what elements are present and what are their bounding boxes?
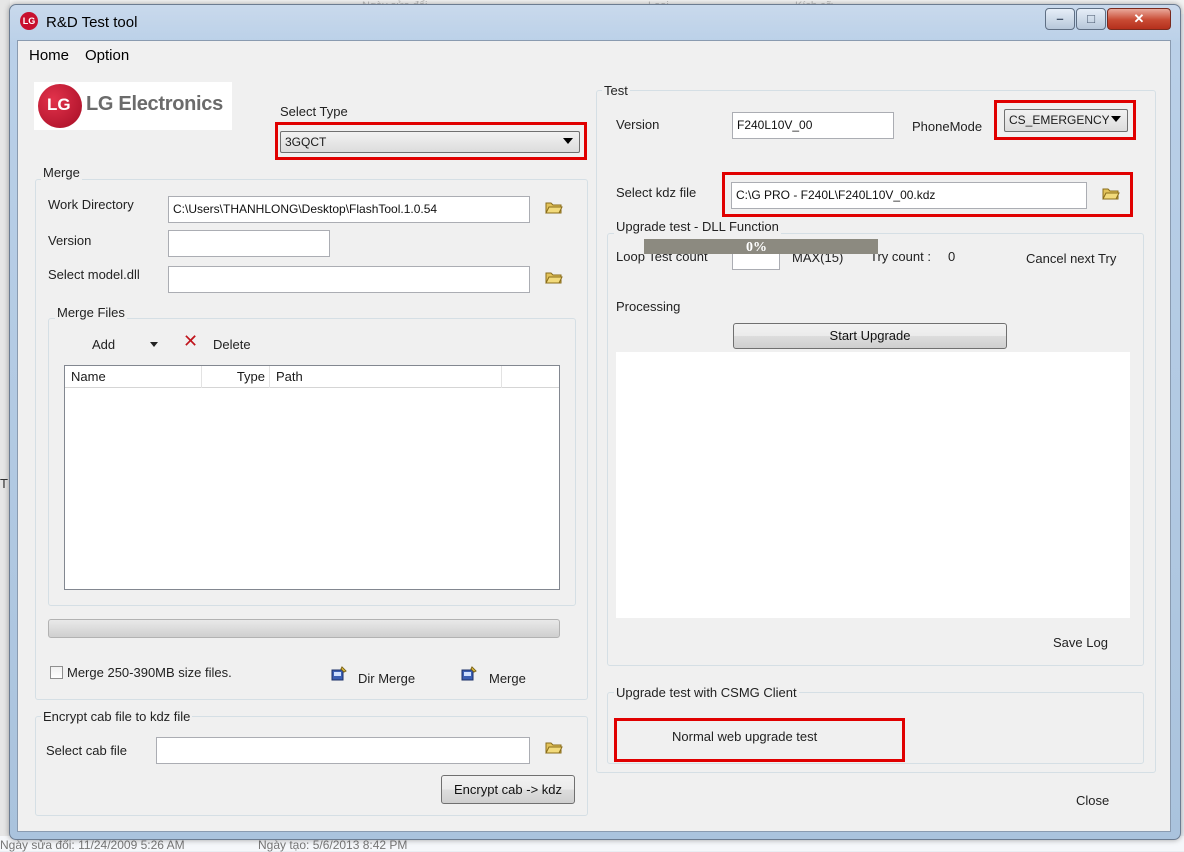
minimize-icon: – bbox=[1056, 11, 1064, 26]
maximize-button[interactable]: □ bbox=[1076, 8, 1106, 30]
delete-x-icon: ✕ bbox=[183, 331, 199, 351]
start-upgrade-button[interactable]: Start Upgrade bbox=[733, 323, 1007, 349]
phone-mode-label: PhoneMode bbox=[912, 119, 983, 134]
work-directory-label: Work Directory bbox=[48, 197, 134, 212]
merge-size-checkbox-label: Merge 250-390MB size files. bbox=[67, 665, 232, 680]
save-log-button[interactable]: Save Log bbox=[1053, 635, 1108, 650]
select-kdz-label: Select kdz file bbox=[616, 185, 697, 200]
test-group-label: Test bbox=[602, 83, 630, 98]
open-folder-icon[interactable] bbox=[545, 200, 563, 214]
window-title: R&D Test tool bbox=[46, 14, 138, 31]
background-left-text: T bbox=[0, 476, 8, 491]
open-folder-icon[interactable] bbox=[545, 270, 563, 284]
merge-version-label: Version bbox=[48, 233, 92, 248]
work-directory-field[interactable]: C:\Users\THANHLONG\Desktop\FlashTool.1.0… bbox=[168, 196, 530, 223]
encrypt-cab-button[interactable]: Encrypt cab -> kdz bbox=[441, 775, 575, 804]
list-header: Name Type Path bbox=[65, 366, 559, 388]
upgrade-dll-group-label: Upgrade test - DLL Function bbox=[614, 219, 781, 234]
cancel-next-try-label[interactable]: Cancel next Try bbox=[1026, 251, 1116, 266]
phone-mode-value: CS_EMERGENCY bbox=[1009, 113, 1109, 127]
brand-name: LG Electronics bbox=[86, 93, 223, 115]
test-version-field[interactable]: F240L10V_00 bbox=[732, 112, 894, 139]
chevron-down-icon bbox=[563, 138, 573, 144]
merge-progress-bar bbox=[48, 619, 560, 638]
normal-web-upgrade-button[interactable]: Normal web upgrade test bbox=[672, 729, 817, 744]
lg-face-icon: LG bbox=[38, 84, 82, 128]
close-window-button[interactable]: ✕ bbox=[1107, 8, 1171, 30]
merge-files-label: Merge Files bbox=[55, 305, 127, 320]
maximize-icon: □ bbox=[1087, 11, 1095, 26]
upgrade-progress-text: 0% bbox=[746, 240, 767, 255]
column-header-path[interactable]: Path bbox=[270, 366, 502, 388]
select-cab-label: Select cab file bbox=[46, 743, 127, 758]
close-icon: ✕ bbox=[1133, 11, 1145, 26]
test-version-label: Version bbox=[616, 117, 660, 132]
select-type-label: Select Type bbox=[280, 104, 348, 119]
select-type-combobox[interactable]: 3GQCT bbox=[280, 131, 580, 153]
merge-size-checkbox[interactable] bbox=[50, 666, 63, 679]
menu-option[interactable]: Option bbox=[85, 47, 129, 64]
merge-version-field[interactable] bbox=[168, 230, 330, 257]
merge-files-list[interactable]: Name Type Path bbox=[64, 365, 560, 590]
lg-mark: LG bbox=[47, 95, 71, 114]
chevron-down-icon bbox=[1111, 116, 1121, 122]
dir-merge-button[interactable]: Dir Merge bbox=[358, 671, 415, 686]
select-kdz-field[interactable]: C:\G PRO - F240L\F240L10V_00.kdz bbox=[731, 182, 1087, 209]
open-folder-icon[interactable] bbox=[1102, 186, 1120, 200]
try-count-label: Try count : bbox=[870, 249, 931, 264]
column-header-type[interactable]: Type bbox=[202, 366, 270, 388]
upgrade-progress-bar: 0% bbox=[644, 239, 878, 255]
background-created-text: Ngày tạo: 5/6/2013 8:42 PM bbox=[258, 838, 408, 852]
app-logo-icon: LG bbox=[20, 12, 38, 30]
select-model-label: Select model.dll bbox=[48, 267, 140, 282]
background-modified-text: Ngày sửa đổi: 11/24/2009 5:26 AM bbox=[0, 838, 185, 852]
select-type-value: 3GQCT bbox=[285, 135, 327, 149]
menu-home[interactable]: Home bbox=[29, 47, 69, 64]
merge-button[interactable]: Merge bbox=[489, 671, 526, 686]
add-dropdown-chevron-icon[interactable] bbox=[150, 342, 158, 347]
upgrade-log-area[interactable] bbox=[616, 352, 1130, 618]
select-model-field[interactable] bbox=[168, 266, 530, 293]
select-cab-field[interactable] bbox=[156, 737, 530, 764]
csmg-group-label: Upgrade test with CSMG Client bbox=[614, 685, 799, 700]
try-count-value: 0 bbox=[948, 249, 956, 264]
delete-button[interactable]: Delete bbox=[213, 337, 251, 352]
add-button[interactable]: Add bbox=[92, 337, 115, 352]
close-button[interactable]: Close bbox=[1076, 793, 1109, 808]
processing-label: Processing bbox=[616, 299, 681, 314]
merge-group-label: Merge bbox=[41, 165, 82, 180]
minimize-button[interactable]: – bbox=[1045, 8, 1075, 30]
brand-logo: LG LG Electronics bbox=[34, 82, 232, 130]
phone-mode-combobox[interactable]: CS_EMERGENCY bbox=[1004, 109, 1128, 132]
dir-merge-icon bbox=[331, 666, 347, 682]
open-folder-icon[interactable] bbox=[545, 740, 563, 754]
column-header-name[interactable]: Name bbox=[65, 366, 202, 388]
encrypt-group-label: Encrypt cab file to kdz file bbox=[41, 709, 193, 724]
merge-icon bbox=[461, 666, 477, 682]
